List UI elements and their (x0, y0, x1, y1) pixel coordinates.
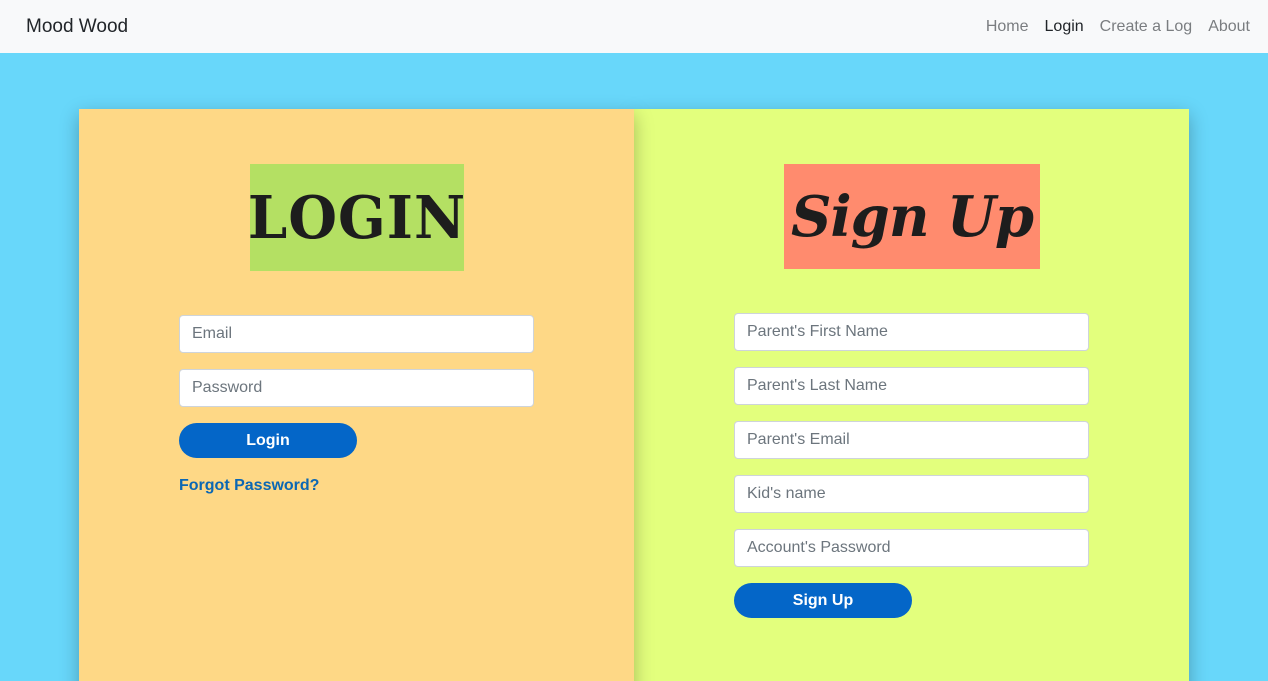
forgot-password-link[interactable]: Forgot Password? (179, 477, 319, 495)
signup-logo-text: Sign Up (790, 183, 1034, 250)
nav-home[interactable]: Home (986, 18, 1029, 36)
parent-last-name-input[interactable] (734, 367, 1089, 405)
login-logo: LOGIN (247, 164, 467, 271)
signup-button[interactable]: Sign Up (734, 583, 912, 618)
password-input[interactable] (179, 369, 534, 407)
email-input[interactable] (179, 315, 534, 353)
signup-panel: Sign Up Sign Up (634, 109, 1189, 681)
login-logo-text: LOGIN (247, 182, 467, 253)
nav-login[interactable]: Login (1045, 18, 1084, 36)
login-panel: LOGIN Login Forgot Password? (79, 109, 634, 681)
parent-email-input[interactable] (734, 421, 1089, 459)
login-button[interactable]: Login (179, 423, 357, 458)
kid-name-input[interactable] (734, 475, 1089, 513)
parent-first-name-input[interactable] (734, 313, 1089, 351)
nav-about[interactable]: About (1208, 18, 1250, 36)
navbar: Mood Wood Home Login Create a Log About (0, 0, 1268, 53)
account-password-input[interactable] (734, 529, 1089, 567)
brand-link[interactable]: Mood Wood (26, 16, 128, 38)
signup-logo: Sign Up (784, 164, 1040, 269)
nav-create-log[interactable]: Create a Log (1100, 18, 1193, 36)
nav-links: Home Login Create a Log About (986, 18, 1250, 36)
